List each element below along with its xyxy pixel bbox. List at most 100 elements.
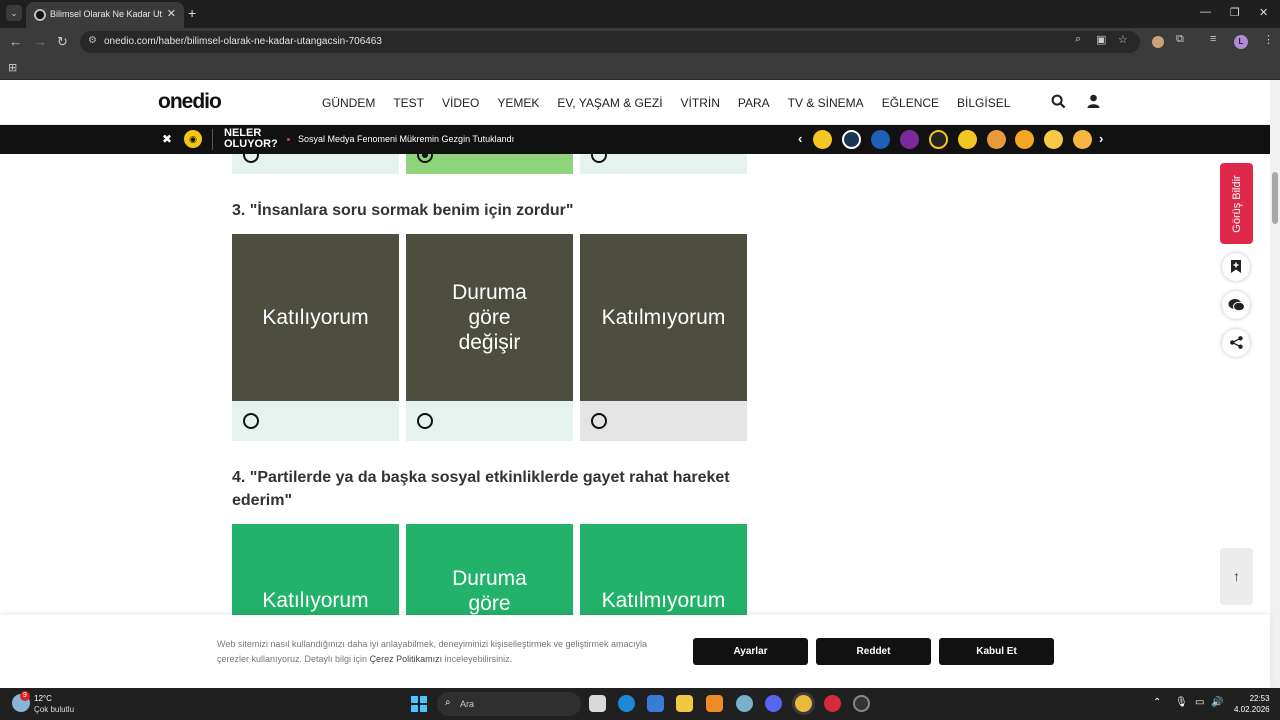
- nav-item-video[interactable]: VİDEO: [442, 96, 479, 110]
- task-view-icon[interactable]: [589, 695, 606, 712]
- weather-desc[interactable]: Çok bulutlu: [34, 705, 74, 714]
- extension-icon[interactable]: [1152, 36, 1164, 48]
- q3-radio-1[interactable]: [243, 413, 259, 429]
- share-icon[interactable]: [1222, 329, 1250, 357]
- story-icon-9[interactable]: [1044, 130, 1063, 149]
- site-info-icon[interactable]: ⚙: [88, 35, 97, 46]
- q4-title: 4. "Partilerde ya da başka sosyal etkinl…: [232, 469, 730, 509]
- back-icon[interactable]: ←: [9, 34, 22, 49]
- windows-taskbar: 9 12°C Çok bulutlu ⌕ Ara ⌃ 🎙 ▭ 🔊 22:53 4…: [0, 688, 1280, 720]
- scrollbar-thumb[interactable]: [1272, 172, 1278, 224]
- minimize-icon[interactable]: —: [1200, 6, 1211, 18]
- search-icon[interactable]: [1051, 94, 1066, 112]
- q2-radio-1[interactable]: [243, 154, 259, 163]
- new-tab-icon[interactable]: +: [188, 5, 196, 21]
- apps-grid-icon[interactable]: ⊞: [8, 61, 17, 74]
- nav-item-test[interactable]: TEST: [393, 96, 424, 110]
- q3-option-3-card[interactable]: Katılmıyorum: [580, 234, 747, 401]
- tab-close-icon[interactable]: ✕: [167, 7, 176, 20]
- bookmark-star-icon[interactable]: ☆: [1118, 33, 1128, 46]
- page-scrollbar[interactable]: [1270, 80, 1280, 688]
- story-icon-6[interactable]: [958, 130, 977, 149]
- file-explorer-icon[interactable]: [676, 695, 693, 712]
- nav-item-para[interactable]: PARA: [738, 96, 770, 110]
- browser-tab-bar: ⌄ Bilimsel Olarak Ne Kadar Utangaçsın? ✕…: [0, 0, 1280, 28]
- edge-icon[interactable]: [618, 695, 635, 712]
- story-icon-8[interactable]: [1015, 130, 1034, 149]
- q3-radio-2[interactable]: [417, 413, 433, 429]
- extensions-puzzle-icon[interactable]: ⧉: [1176, 33, 1184, 46]
- browser-menu-icon[interactable]: ⋮: [1263, 33, 1274, 46]
- ticker-headline[interactable]: Sosyal Medya Fenomeni Mükremin Gezgin Tu…: [298, 134, 514, 144]
- microphone-icon[interactable]: 🎙: [1175, 697, 1188, 708]
- q3-option-1-card[interactable]: Katılıyorum: [232, 234, 399, 401]
- profile-avatar[interactable]: L: [1234, 35, 1248, 49]
- nav-item-tv-sinema[interactable]: TV & SİNEMA: [788, 96, 864, 110]
- user-icon[interactable]: [1087, 94, 1100, 111]
- taskbar-clock[interactable]: 22:53 4.02.2026: [1234, 693, 1270, 715]
- nav-item-yemek[interactable]: YEMEK: [497, 96, 539, 110]
- network-icon[interactable]: ▭: [1195, 697, 1204, 708]
- story-icon-4[interactable]: [900, 130, 919, 149]
- nav-item-ev-yasam-gezi[interactable]: EV, YAŞAM & GEZİ: [557, 96, 662, 110]
- cookie-accept-button[interactable]: Kabul Et: [939, 638, 1054, 665]
- ticker-next-icon[interactable]: ›: [1099, 131, 1103, 146]
- comments-icon[interactable]: [1222, 291, 1250, 319]
- discord-icon[interactable]: [765, 695, 782, 712]
- q3-option-2-card[interactable]: Duruma göre değişir: [406, 234, 573, 401]
- q4-option-2-card[interactable]: Duruma göre: [406, 524, 573, 615]
- nav-item-vitrin[interactable]: VİTRİN: [681, 96, 720, 110]
- q3-radio-3[interactable]: [591, 413, 607, 429]
- cookie-settings-button[interactable]: Ayarlar: [693, 638, 808, 665]
- feedback-button[interactable]: Görüş Bildir: [1220, 163, 1253, 244]
- zoom-icon[interactable]: ⌕: [1075, 33, 1081, 46]
- reading-list-icon[interactable]: ≡: [1210, 33, 1216, 45]
- nav-item-eglence[interactable]: EĞLENCE: [882, 96, 939, 110]
- app-icon-red[interactable]: [824, 695, 841, 712]
- app-icon-dark[interactable]: [853, 695, 870, 712]
- forward-icon[interactable]: →: [34, 34, 47, 49]
- browser-tab[interactable]: Bilimsel Olarak Ne Kadar Utangaçsın? ✕: [26, 2, 184, 28]
- q4-option-1-card[interactable]: Katılıyorum: [232, 524, 399, 615]
- q4-option-3-card[interactable]: Katılmıyorum: [580, 524, 747, 615]
- app-icon-gear[interactable]: [736, 695, 753, 712]
- scroll-to-top-icon[interactable]: ↑: [1220, 548, 1253, 605]
- url-text[interactable]: onedio.com/haber/bilimsel-olarak-ne-kada…: [104, 36, 382, 47]
- bookmark-add-icon[interactable]: [1222, 253, 1250, 281]
- cookie-reject-button[interactable]: Reddet: [816, 638, 931, 665]
- shuffle-icon[interactable]: ✖: [162, 132, 172, 146]
- story-icon-5[interactable]: [929, 130, 948, 149]
- weather-temp[interactable]: 12°C: [34, 694, 52, 703]
- install-app-icon[interactable]: ▣: [1096, 33, 1106, 46]
- reload-icon[interactable]: ↻: [57, 34, 68, 50]
- site-header: onedio GÜNDEM TEST VİDEO YEMEK EV, YAŞAM…: [0, 80, 1270, 125]
- cookie-policy-link[interactable]: Çerez Politikamızı: [370, 654, 443, 664]
- weather-badge: 9: [20, 691, 30, 701]
- taskbar-search[interactable]: ⌕ Ara: [437, 692, 581, 716]
- ticker-prev-icon[interactable]: ‹: [798, 131, 802, 146]
- chrome-icon[interactable]: [795, 695, 812, 712]
- taskbar-search-placeholder: Ara: [460, 699, 475, 709]
- onedio-logo[interactable]: onedio: [158, 90, 222, 114]
- story-icon-1[interactable]: [813, 130, 832, 149]
- taskbar-search-icon: ⌕: [445, 697, 451, 708]
- cookie-banner: Web sitemizi nasıl kullandığınızı daha i…: [0, 615, 1270, 688]
- tab-search-icon[interactable]: ⌄: [6, 5, 22, 21]
- omnibox[interactable]: ⚙ onedio.com/haber/bilimsel-olarak-ne-ka…: [80, 31, 1140, 53]
- story-icon-2[interactable]: [842, 130, 861, 149]
- ticker-dot: [287, 138, 290, 141]
- tray-chevron-icon[interactable]: ⌃: [1153, 697, 1161, 708]
- store-icon[interactable]: [647, 695, 664, 712]
- volume-icon[interactable]: 🔊: [1211, 697, 1223, 708]
- nav-item-bilgisel[interactable]: BİLGİSEL: [957, 96, 1010, 110]
- q2-radio-2[interactable]: [417, 154, 433, 163]
- nav-item-gundem[interactable]: GÜNDEM: [322, 96, 375, 110]
- windows-start-icon[interactable]: [411, 696, 427, 712]
- q2-radio-3[interactable]: [591, 154, 607, 163]
- story-icon-7[interactable]: [987, 130, 1006, 149]
- story-icon-3[interactable]: [871, 130, 890, 149]
- app-icon-a[interactable]: [706, 695, 723, 712]
- window-close-icon[interactable]: ✕: [1259, 6, 1268, 19]
- story-icon-10[interactable]: [1073, 130, 1092, 149]
- maximize-icon[interactable]: ❐: [1230, 6, 1240, 19]
